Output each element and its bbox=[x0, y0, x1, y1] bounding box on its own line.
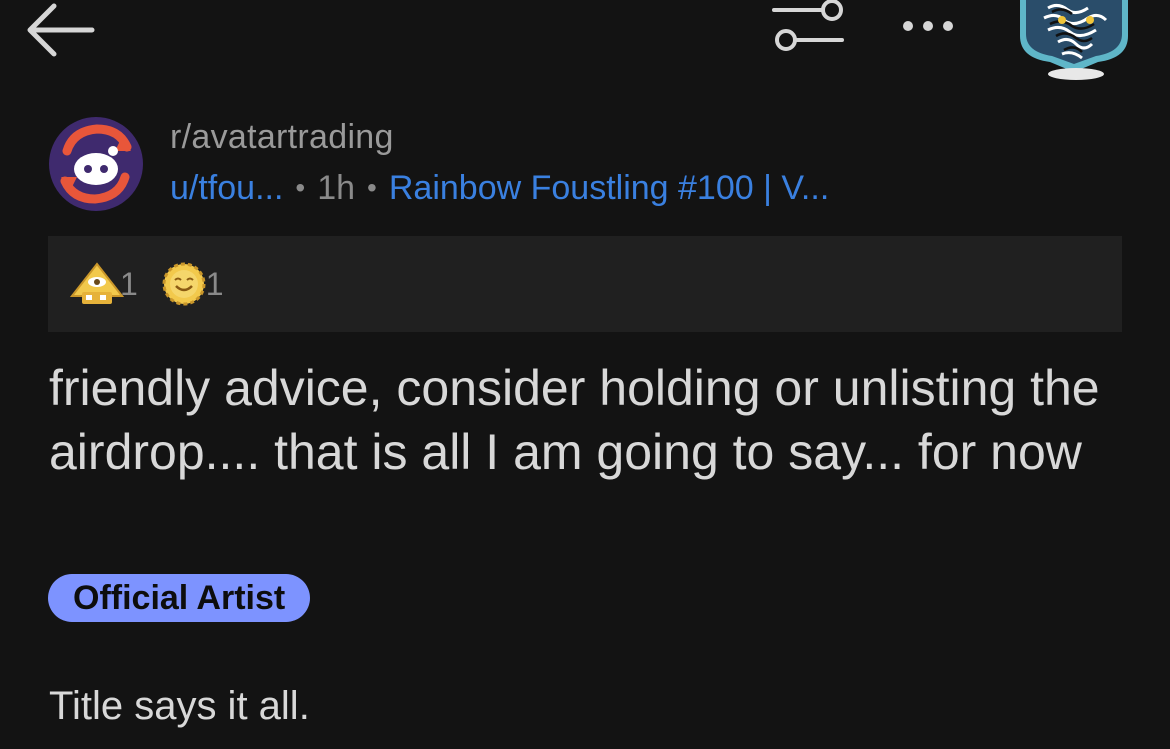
awards-bar[interactable]: 1 1 bbox=[48, 236, 1122, 332]
award-count: 1 bbox=[205, 265, 224, 302]
arrow-left-icon bbox=[27, 3, 95, 57]
user-avatar bbox=[1020, 0, 1128, 80]
post-title: friendly advice, consider holding or unl… bbox=[49, 360, 1100, 480]
award-item[interactable]: 1 bbox=[160, 262, 224, 306]
meta-separator: • bbox=[367, 172, 377, 203]
post-timestamp: 1h bbox=[317, 168, 356, 207]
smiling-sun-award-icon bbox=[162, 262, 206, 306]
post-detail-screen: r/avatartrading u/tfou... • 1h • Rainbow… bbox=[0, 0, 1170, 749]
user-avatar-button[interactable] bbox=[1018, 0, 1130, 80]
more-options-button[interactable] bbox=[898, 10, 962, 42]
award-count: 1 bbox=[120, 265, 138, 302]
award-item[interactable]: 1 bbox=[70, 262, 138, 306]
post-flair-badge[interactable]: Official Artist bbox=[48, 574, 311, 622]
avatartrading-logo-icon bbox=[49, 117, 143, 211]
post-body-text: Title says it all. bbox=[49, 684, 310, 728]
sort-filter-button[interactable] bbox=[770, 0, 848, 56]
back-button[interactable] bbox=[22, 0, 98, 60]
meta-separator: • bbox=[295, 172, 306, 203]
pyramid-eye-award-icon bbox=[70, 262, 124, 304]
author-flair[interactable]: Rainbow Foustling #100 | V... bbox=[389, 169, 829, 208]
subreddit-icon[interactable] bbox=[49, 117, 143, 211]
author-username[interactable]: u/tfou... bbox=[170, 169, 283, 208]
more-horizontal-icon bbox=[903, 21, 953, 31]
post-meta-row: u/tfou... • 1h • Rainbow Foustling #100 … bbox=[170, 166, 829, 210]
subreddit-name[interactable]: r/avatartrading bbox=[170, 118, 394, 157]
sliders-icon bbox=[772, 0, 844, 51]
